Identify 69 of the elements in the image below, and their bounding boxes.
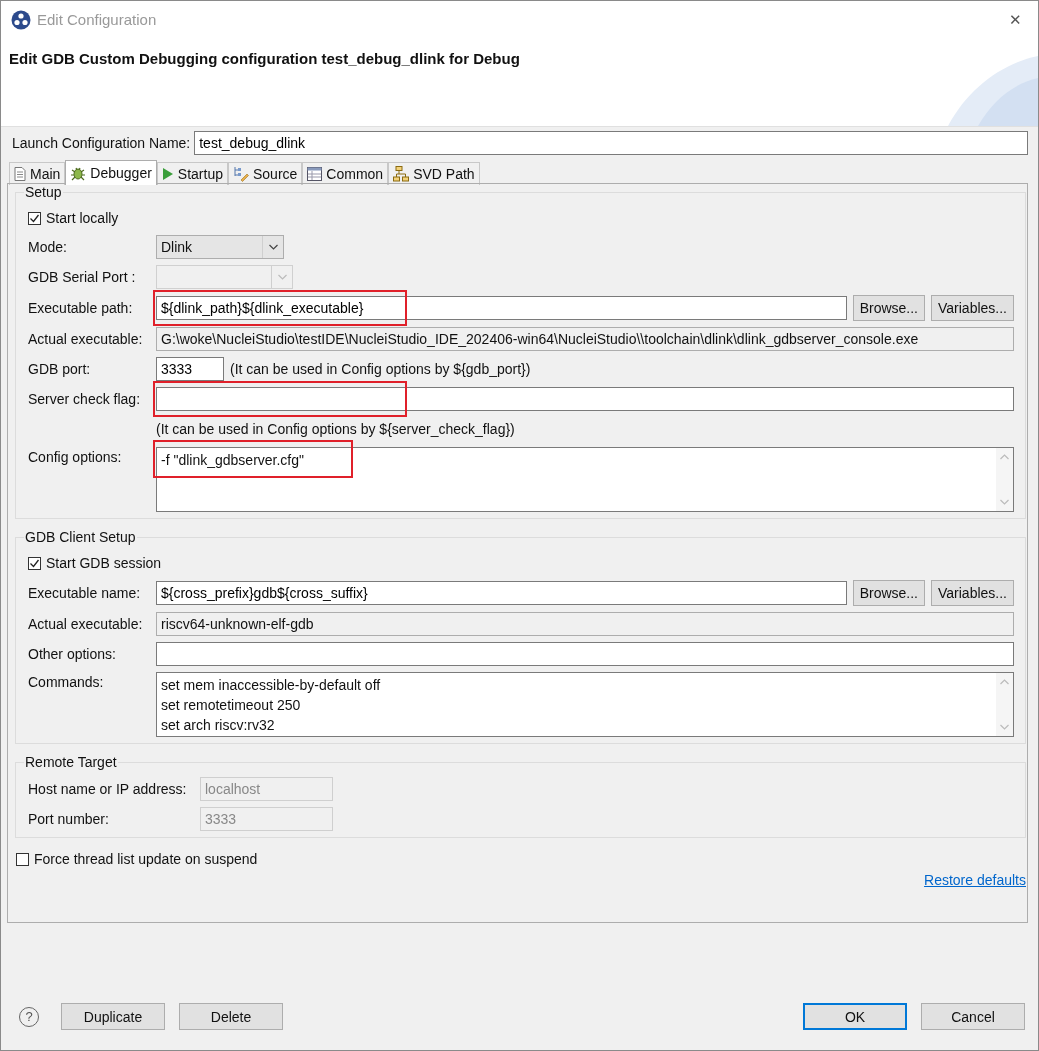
- button[interactable]: OK: [803, 1003, 907, 1030]
- checkmark-icon: [29, 557, 40, 569]
- hint-text: (It can be used in Config options by ${server_check_flag}): [156, 421, 515, 437]
- field-label: Commands:: [28, 673, 105, 690]
- checkbox-label: Start locally: [46, 210, 119, 226]
- group-title: GDB Client Setup: [24, 529, 137, 545]
- group-title: Remote Target: [24, 754, 118, 770]
- button[interactable]: Browse...: [852, 580, 925, 606]
- text-field[interactable]: [156, 642, 1014, 666]
- dialog-heading: Edit GDB Custom Debugging configuration test_debug_dlink for Debug: [8, 49, 520, 69]
- hierarchy-icon: [393, 166, 410, 182]
- scroll-up-icon: [1000, 679, 1009, 685]
- pencil-tree-icon: [233, 166, 249, 182]
- text-field[interactable]: ${dlink_path}${dlink_executable}: [156, 296, 847, 320]
- field-label: Port number:: [28, 811, 110, 827]
- dropdown[interactable]: Dlink: [156, 235, 284, 259]
- field-label: GDB port:: [28, 361, 92, 377]
- field-label: Host name or IP address:: [28, 781, 188, 797]
- tab[interactable]: Source: [228, 162, 303, 185]
- button[interactable]: Delete: [179, 1003, 283, 1030]
- tab[interactable]: Debugger: [65, 160, 157, 185]
- chevron-down-icon: [268, 244, 278, 250]
- hint-text: (It can be used in Config options by ${gdb_port}): [230, 361, 531, 377]
- scrollbar[interactable]: [996, 448, 1013, 511]
- field-label: Mode:: [28, 239, 68, 255]
- checkbox[interactable]: [16, 852, 29, 866]
- checkbox[interactable]: [28, 556, 41, 570]
- field-label: GDB Serial Port :: [28, 269, 137, 285]
- field-label: Launch Configuration Name:: [12, 135, 191, 151]
- checkbox-label: Force thread list update on suspend: [34, 851, 258, 867]
- bug-icon: [70, 165, 87, 181]
- restore-defaults-link[interactable]: Restore defaults: [924, 872, 1026, 888]
- scroll-up-icon: [1000, 454, 1009, 460]
- field-label: Config options:: [28, 448, 123, 465]
- group-title: Setup: [24, 184, 63, 200]
- tab[interactable]: Main: [9, 162, 66, 185]
- checkmark-icon: [29, 212, 40, 224]
- button[interactable]: Duplicate: [61, 1003, 165, 1030]
- window-title: Edit Configuration: [37, 11, 158, 28]
- button[interactable]: Browse...: [852, 295, 925, 321]
- app-icon: [11, 9, 31, 30]
- checkbox[interactable]: [28, 211, 41, 225]
- tab[interactable]: Startup: [156, 162, 228, 185]
- text-field[interactable]: ${cross_prefix}gdb${cross_suffix}: [156, 581, 847, 605]
- chevron-down-icon: [277, 274, 287, 280]
- readonly-field: G:\woke\NucleiStudio\testIDE\NucleiStudio_IDE_202406-win64\NucleiStudio\\toolchain\dlink\dlink_gdbserver_console.exe: [156, 327, 1014, 351]
- button[interactable]: Cancel: [921, 1003, 1025, 1030]
- scroll-down-icon: [1000, 724, 1009, 730]
- close-button[interactable]: ✕: [992, 10, 1038, 29]
- scrollbar[interactable]: [996, 673, 1013, 736]
- field-label: Actual executable:: [28, 331, 144, 347]
- field-label: Server check flag:: [28, 391, 142, 407]
- field-label: Executable name:: [28, 585, 142, 601]
- name-field[interactable]: test_debug_dlink: [194, 131, 1028, 155]
- document-icon: [14, 167, 26, 181]
- checkbox-label: Start GDB session: [46, 555, 162, 571]
- button[interactable]: Variables...: [931, 295, 1014, 321]
- scroll-down-icon: [1000, 499, 1009, 505]
- play-icon: [161, 167, 174, 181]
- button[interactable]: Variables...: [931, 580, 1014, 606]
- readonly-field: riscv64-unknown-elf-gdb: [156, 612, 1014, 636]
- field-label: Executable path:: [28, 300, 134, 316]
- tab[interactable]: Common: [302, 162, 389, 185]
- table-icon: [307, 167, 323, 181]
- text-field[interactable]: [156, 387, 1014, 411]
- field-label: Actual executable:: [28, 616, 144, 632]
- tab[interactable]: SVD Path: [388, 162, 480, 185]
- port-field[interactable]: 3333: [156, 357, 224, 381]
- field-label: Other options:: [28, 646, 117, 662]
